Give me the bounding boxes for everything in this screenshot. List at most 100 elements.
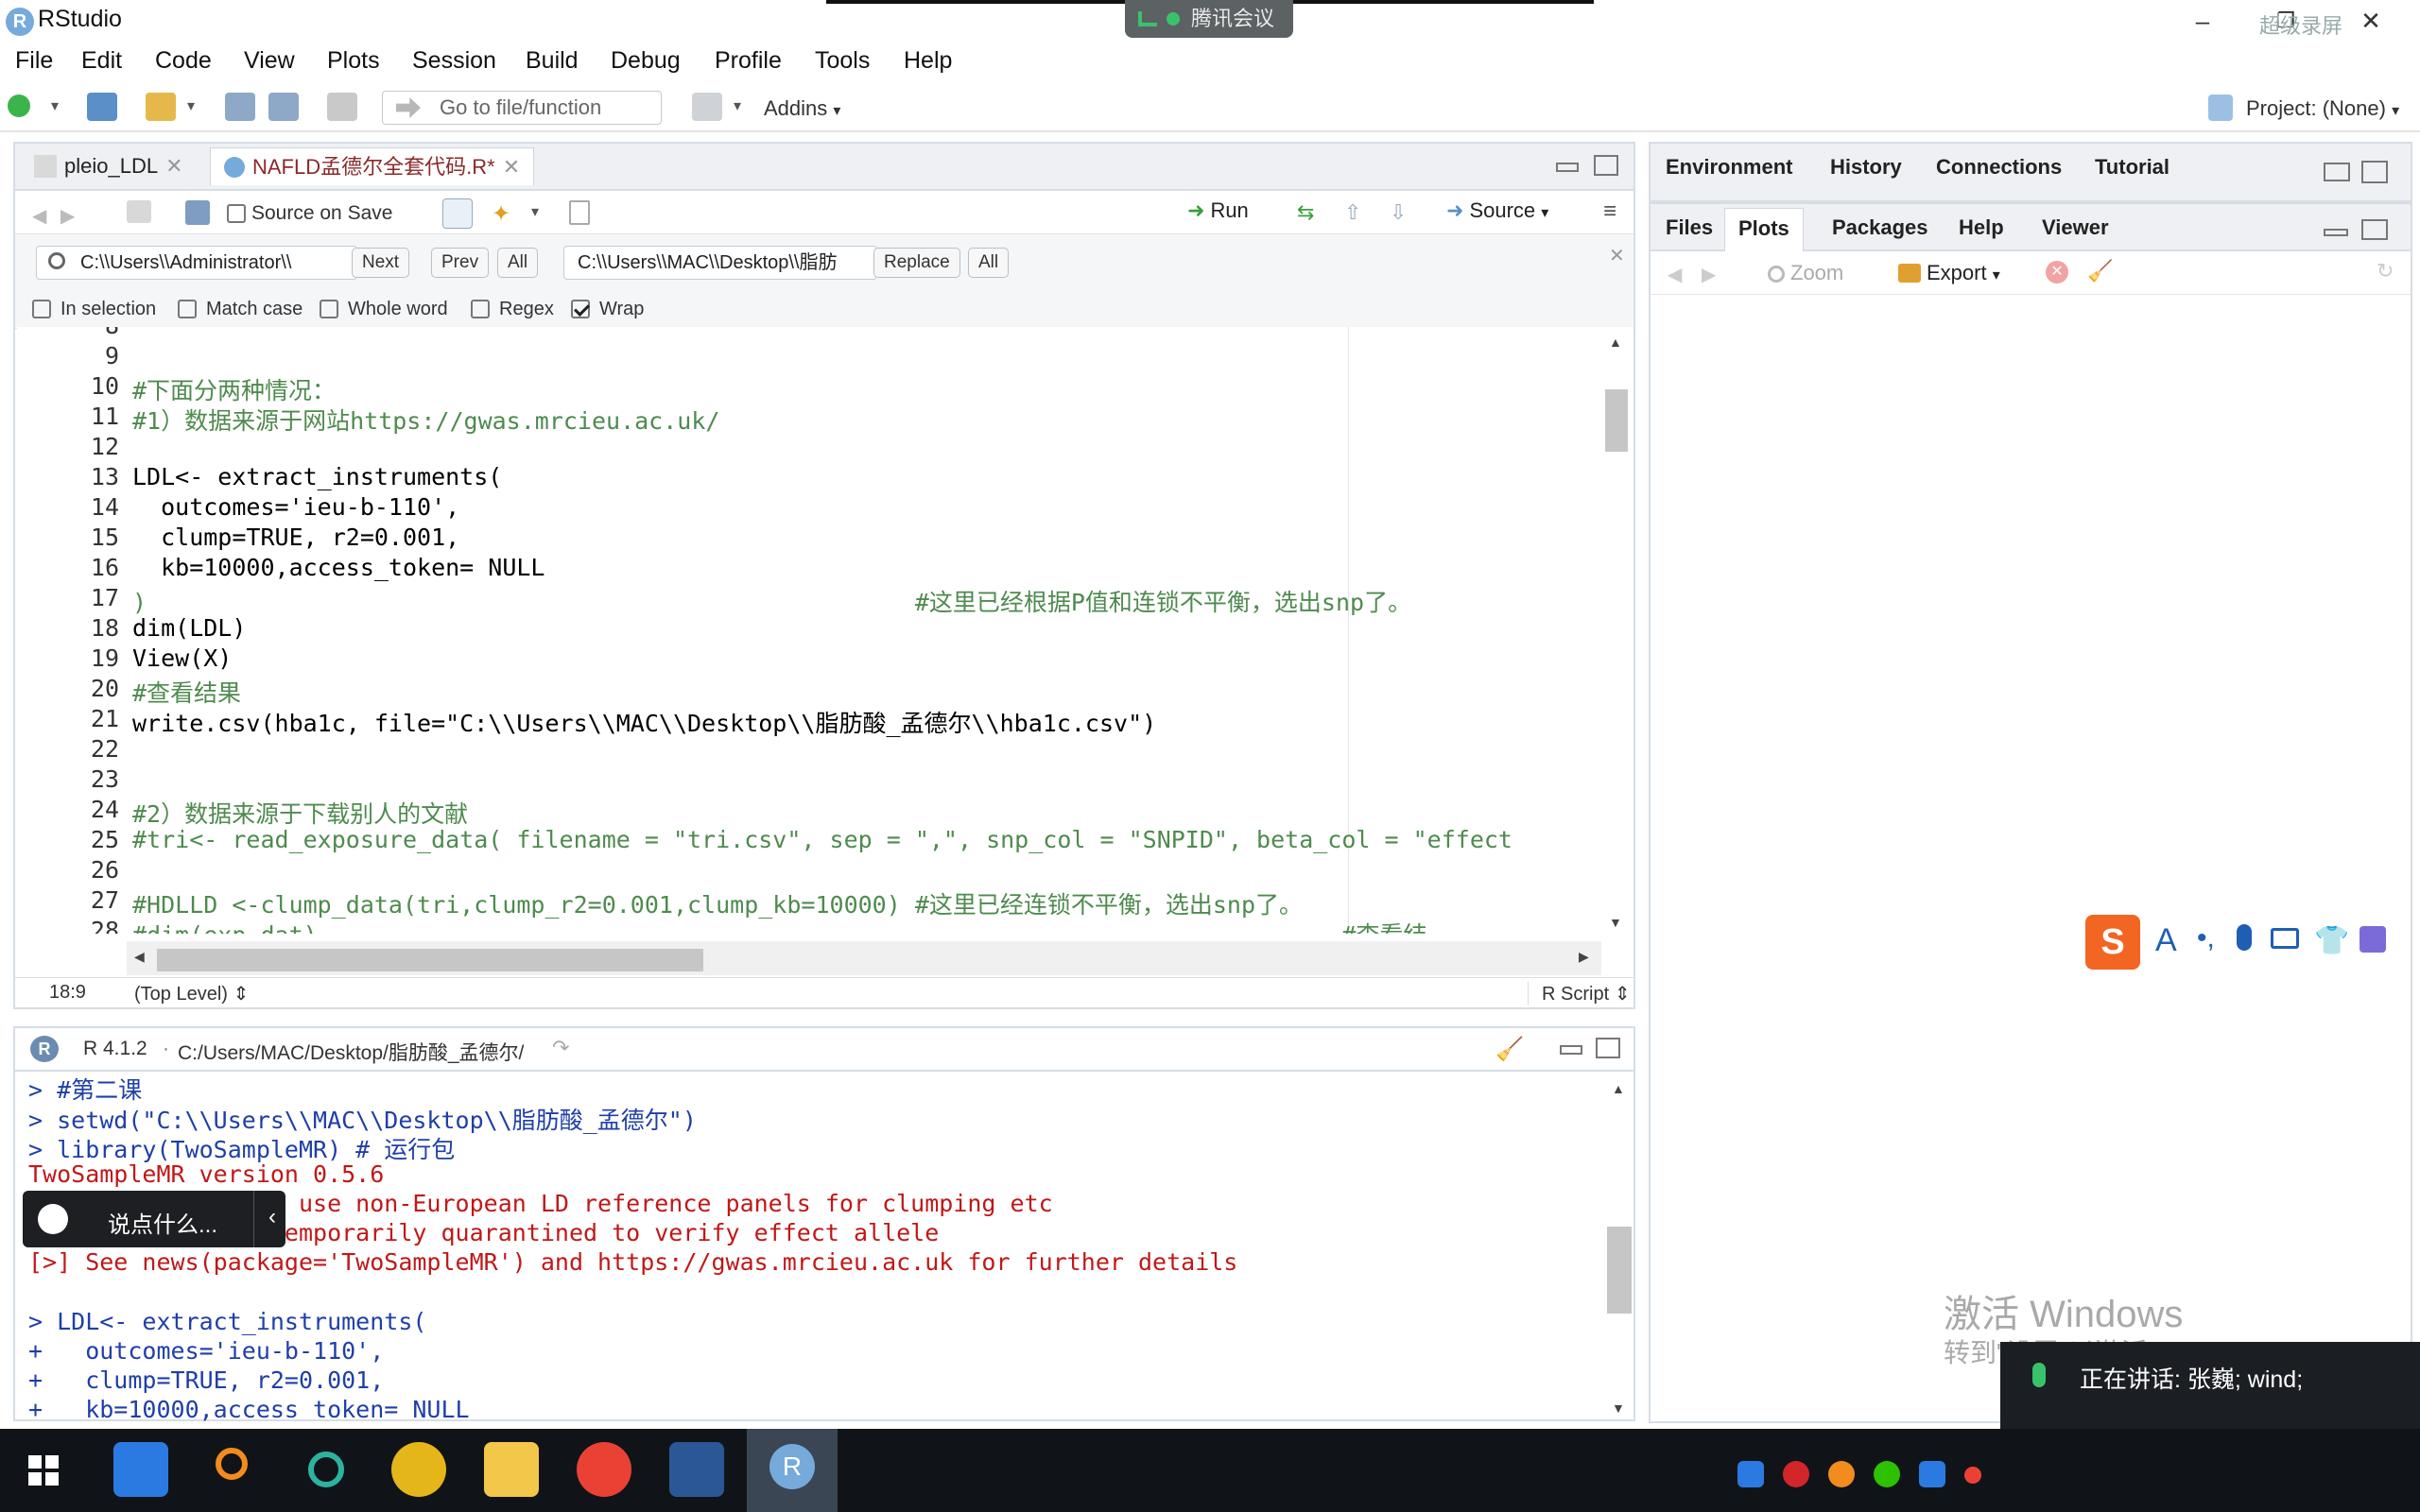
keyboard-icon[interactable] — [2271, 928, 2299, 949]
save-all-icon[interactable] — [268, 93, 299, 121]
source-button[interactable]: ➜ Source ▾ — [1446, 198, 1548, 223]
menu-view[interactable]: View — [244, 47, 295, 75]
code-tools-icon[interactable]: ✦ — [492, 200, 510, 228]
replace-button[interactable]: Replace — [873, 248, 960, 278]
tab-packages[interactable]: Packages — [1832, 215, 1928, 240]
restore-pane-icon[interactable] — [2361, 219, 2388, 240]
collapse-chevron-icon[interactable]: ‹ — [268, 1204, 276, 1230]
tab-help[interactable]: Help — [1959, 215, 2004, 240]
option-whole-word[interactable]: Whole word — [320, 299, 448, 320]
open-file-dropdown-icon[interactable]: ▾ — [187, 96, 195, 115]
editor-vscrollbar[interactable]: ▲ ▼ — [1601, 327, 1630, 932]
menu-edit[interactable]: Edit — [81, 47, 122, 75]
show-in-window-icon[interactable] — [127, 200, 151, 223]
run-button[interactable]: ➜ Run — [1187, 198, 1249, 223]
windows-start-icon[interactable] — [17, 1442, 72, 1497]
refresh-icon[interactable]: ↻ — [2377, 259, 2394, 284]
find-replace-icon[interactable] — [442, 198, 473, 229]
goto-directory-icon[interactable]: ↷ — [552, 1036, 569, 1060]
code-editor[interactable]: 8 9 10 11 12 13 14 15 16 17 18 19 20 21 … — [17, 327, 1634, 934]
menu-profile[interactable]: Profile — [715, 47, 782, 75]
tab-tutorial[interactable]: Tutorial — [2095, 155, 2169, 180]
scroll-up-icon[interactable]: ▲ — [1609, 335, 1622, 350]
wechat-icon[interactable] — [1874, 1461, 1900, 1487]
next-plot-icon[interactable]: ▶ — [1702, 263, 1716, 286]
previous-plot-icon[interactable]: ◀ — [1668, 263, 1682, 286]
scroll-thumb[interactable] — [1605, 389, 1628, 452]
filetype-selector[interactable]: R Script ⇕ — [1528, 982, 1630, 1005]
back-icon[interactable]: ◀ — [32, 204, 46, 228]
find-all-button[interactable]: All — [497, 248, 539, 278]
option-in-selection[interactable]: In selection — [32, 299, 156, 320]
export-button[interactable]: Export ▾ — [1898, 261, 2000, 285]
minimize-pane-icon[interactable] — [1556, 163, 1579, 172]
code-tools-dropdown-icon[interactable]: ▾ — [531, 202, 539, 221]
tab-history[interactable]: History — [1830, 155, 1902, 180]
go-down-icon[interactable]: ⇩ — [1390, 200, 1407, 225]
tab-close-icon[interactable]: ✕ — [503, 155, 520, 179]
new-project-icon[interactable] — [87, 93, 117, 121]
save-file-icon[interactable] — [185, 200, 210, 225]
scroll-thumb[interactable] — [1607, 1227, 1632, 1314]
tray-photos-icon[interactable] — [1919, 1461, 1945, 1487]
scroll-left-icon[interactable]: ◀ — [134, 949, 145, 965]
scope-selector[interactable]: (Top Level) ⇕ — [134, 982, 249, 1005]
hscroll-thumb[interactable] — [157, 949, 703, 971]
tab-viewer[interactable]: Viewer — [2042, 215, 2109, 240]
go-up-icon[interactable]: ⇧ — [1344, 200, 1361, 225]
rerun-icon[interactable]: ⇆ — [1297, 200, 1314, 225]
menu-code[interactable]: Code — [155, 47, 212, 75]
save-icon[interactable] — [225, 93, 255, 121]
scroll-down-icon[interactable]: ▼ — [1609, 915, 1622, 930]
rstudio-taskbar-item[interactable]: R — [747, 1429, 838, 1512]
maximize-pane-icon[interactable] — [2361, 161, 2388, 183]
meeting-pill[interactable]: 腾讯会议 — [1125, 0, 1293, 38]
emoji-icon[interactable] — [38, 1204, 68, 1234]
tab-close-icon[interactable]: ✕ — [165, 154, 182, 178]
option-wrap[interactable]: Wrap — [571, 299, 644, 320]
photos-app-icon[interactable] — [113, 1442, 168, 1497]
minimize-pane-icon[interactable] — [2324, 229, 2348, 236]
new-file-icon[interactable] — [8, 94, 30, 117]
print-icon[interactable] — [327, 93, 357, 121]
tab-environment[interactable]: Environment — [1666, 155, 1792, 180]
maximize-pane-icon[interactable] — [1594, 155, 1618, 176]
find-prev-button[interactable]: Prev — [431, 248, 490, 278]
scroll-down-icon[interactable]: ▼ — [1612, 1400, 1625, 1416]
clear-plots-icon[interactable]: 🧹 — [2087, 259, 2113, 284]
chrome-icon[interactable] — [577, 1442, 631, 1497]
tray-record-icon[interactable] — [1783, 1461, 1809, 1487]
option-match-case[interactable]: Match case — [178, 299, 302, 320]
chat-input-pill[interactable]: 说点什么... ‹ — [23, 1191, 285, 1247]
workspace-panes-icon[interactable] — [692, 93, 722, 121]
addins-menu[interactable]: Addins ▾ — [764, 96, 840, 121]
find-next-button[interactable]: Next — [352, 248, 410, 278]
tab-nafld-script[interactable]: NAFLD孟德尔全套代码.R* ✕ — [210, 147, 535, 185]
forward-icon[interactable]: ▶ — [60, 204, 75, 228]
file-explorer-icon[interactable] — [484, 1442, 539, 1497]
close-find-icon[interactable]: ✕ — [1609, 244, 1625, 267]
word-icon[interactable] — [669, 1442, 724, 1497]
source-on-save-checkbox[interactable]: Source on Save — [227, 202, 392, 225]
skin-icon[interactable]: 👕 — [2314, 924, 2349, 957]
outline-icon[interactable]: ≡ — [1603, 198, 1616, 225]
tab-files[interactable]: Files — [1666, 215, 1713, 240]
tab-plots[interactable]: Plots — [1724, 208, 1804, 251]
close-icon[interactable]: ✕ — [2352, 4, 2390, 38]
ultraedit-icon[interactable] — [391, 1442, 446, 1497]
replace-all-button[interactable]: All — [968, 248, 1010, 278]
compile-report-icon[interactable] — [569, 200, 590, 225]
search-app-icon[interactable] — [206, 1442, 261, 1497]
menu-file[interactable]: File — [15, 47, 53, 75]
project-menu[interactable]: Project: (None) ▾ — [2246, 96, 2399, 121]
zoom-button[interactable]: Zoom — [1768, 261, 1843, 285]
minimize-icon[interactable]: – — [2184, 4, 2221, 38]
panes-dropdown-icon[interactable]: ▾ — [734, 96, 741, 115]
new-file-dropdown-icon[interactable]: ▾ — [51, 96, 59, 115]
tab-connections[interactable]: Connections — [1936, 155, 2062, 180]
scroll-right-icon[interactable]: ▶ — [1579, 949, 1589, 965]
restore-pane-icon[interactable] — [2324, 163, 2350, 181]
remove-plot-icon[interactable]: ✕ — [2046, 261, 2068, 284]
console-vscrollbar[interactable]: ▲ ▼ — [1603, 1072, 1634, 1421]
minimize-pane-icon[interactable] — [1560, 1045, 1582, 1055]
